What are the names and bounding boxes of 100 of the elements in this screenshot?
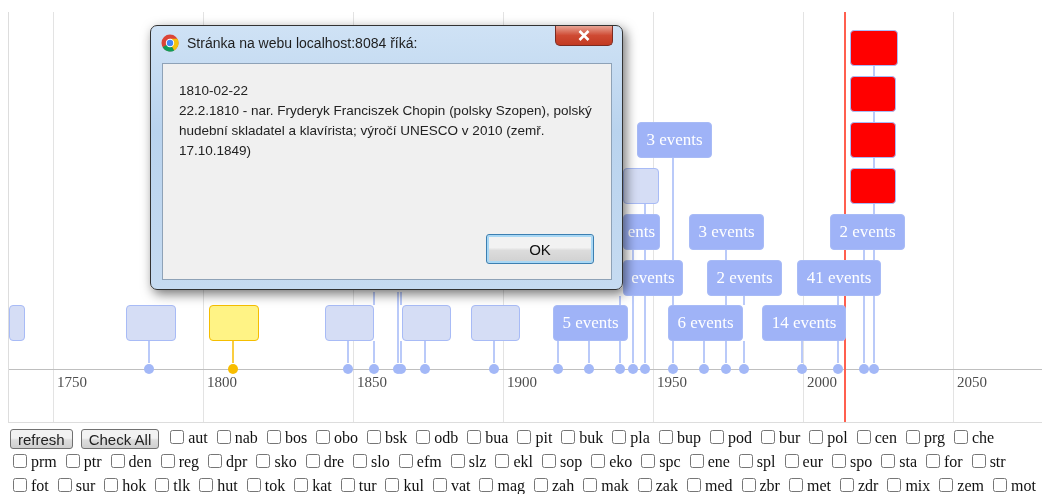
filter-checkbox[interactable] [199,478,214,492]
filter-label: obo [334,429,359,446]
timeline-dot[interactable] [699,364,709,374]
event-box[interactable] [623,168,659,204]
stem-line [873,65,875,77]
timeline-dot[interactable] [869,364,879,374]
event-cluster[interactable]: 5 events [553,305,628,341]
event-cluster[interactable]: 14 events [762,305,846,341]
filter-checkbox[interactable] [971,454,986,468]
filter-checkbox[interactable] [939,478,954,492]
event-cluster[interactable]: events [623,260,683,296]
filter-checkbox[interactable] [57,478,72,492]
filter-checkbox[interactable] [542,454,556,468]
filter-checkbox[interactable] [110,454,125,468]
timeline-dot[interactable] [489,364,499,374]
event-cluster[interactable]: 2 events [707,260,782,296]
timeline-dot[interactable] [859,364,869,374]
filter-checkbox[interactable] [305,454,320,468]
filter-label: zdr [857,477,879,494]
filter-checkbox[interactable] [760,430,775,444]
filter-checkbox[interactable] [881,454,896,468]
year-label: 2050 [957,374,987,391]
filter-checkbox[interactable] [479,478,494,492]
timeline-dot[interactable] [797,364,807,374]
filter-checkbox[interactable] [353,454,368,468]
filter-checkbox[interactable] [170,430,185,444]
filter-checkbox[interactable] [208,454,223,468]
refresh-button[interactable]: refresh [10,429,73,450]
check-all-button[interactable]: Check All [80,429,160,450]
filter-checkbox[interactable] [104,478,119,492]
timeline-dot[interactable] [628,364,638,374]
timeline-dot[interactable] [420,364,430,374]
filter-checkbox[interactable] [432,478,447,492]
timeline-dot[interactable] [833,364,843,374]
timeline-dot[interactable] [615,364,625,374]
filter-checkbox[interactable] [294,478,309,492]
timeline-dot[interactable] [640,364,650,374]
timeline-dot[interactable] [144,364,154,374]
filter-checkbox[interactable] [256,454,271,468]
filter-checkbox[interactable] [926,454,940,468]
filter-checkbox[interactable] [517,430,532,444]
filter-checkbox[interactable] [583,478,598,492]
filter-checkbox[interactable] [709,430,724,444]
filter-checkbox[interactable] [612,430,627,444]
filter-checkbox[interactable] [340,478,355,492]
filter-label: prm [31,453,57,470]
filter-checkbox[interactable] [658,430,673,444]
event-cluster[interactable]: 3 events [637,122,712,158]
filter-checkbox[interactable] [495,454,510,468]
timeline-dot[interactable] [396,364,406,374]
filter-checkbox[interactable] [155,478,170,492]
filter-checkbox[interactable] [316,430,331,444]
event-cluster[interactable]: 6 events [668,305,743,341]
filter-checkbox[interactable] [246,478,261,492]
event-cluster[interactable]: 2 events [830,214,905,250]
timeline-dot[interactable] [721,364,731,374]
timeline-dot[interactable] [343,364,353,374]
filter-checkbox[interactable] [905,430,920,444]
filter-checkbox[interactable] [591,454,606,468]
filter-checkbox[interactable] [686,478,701,492]
filter-checkbox[interactable] [385,478,400,492]
filter-checkbox[interactable] [534,478,548,492]
filter-checkbox[interactable] [953,430,968,444]
filter-checkbox[interactable] [738,454,753,468]
filter-checkbox[interactable] [266,430,281,444]
timeline-dot[interactable] [228,364,238,374]
filter-checkbox[interactable] [13,478,27,492]
ok-button[interactable]: OK [486,234,594,264]
filter-checkbox[interactable] [367,430,382,444]
filter-checkbox[interactable] [641,454,656,468]
event-cluster[interactable]: 3 events [689,214,764,250]
filter-checkbox[interactable] [741,478,756,492]
timeline-dot[interactable] [369,364,379,374]
filter-checkbox[interactable] [839,478,854,492]
timeline-dot[interactable] [553,364,563,374]
filter-checkbox[interactable] [637,478,652,492]
filter-checkbox[interactable] [160,454,175,468]
filter-checkbox[interactable] [992,478,1007,492]
timeline-dot[interactable] [668,364,678,374]
filter-checkbox[interactable] [13,454,27,468]
timeline-dot[interactable] [739,364,749,374]
event-cluster[interactable]: 41 events [797,260,881,296]
filter-checkbox[interactable] [561,430,576,444]
filter-checkbox[interactable] [65,454,80,468]
filter-checkbox[interactable] [467,430,482,444]
timeline-dot[interactable] [584,364,594,374]
close-button[interactable] [555,26,613,46]
filter-checkbox[interactable] [784,454,799,468]
filter-checkbox[interactable] [216,430,231,444]
filter-checkbox[interactable] [856,430,871,444]
filter-checkbox[interactable] [831,454,846,468]
filter-checkbox[interactable] [689,454,704,468]
filter-checkbox[interactable] [398,454,413,468]
filter-checkbox[interactable] [416,430,431,444]
event-cluster[interactable]: ents [623,214,660,250]
filter-checkbox[interactable] [450,454,465,468]
filter-checkbox[interactable] [809,430,824,444]
filter-checkbox[interactable] [887,478,902,492]
filter-label: ene [707,453,730,470]
filter-checkbox[interactable] [788,478,803,492]
